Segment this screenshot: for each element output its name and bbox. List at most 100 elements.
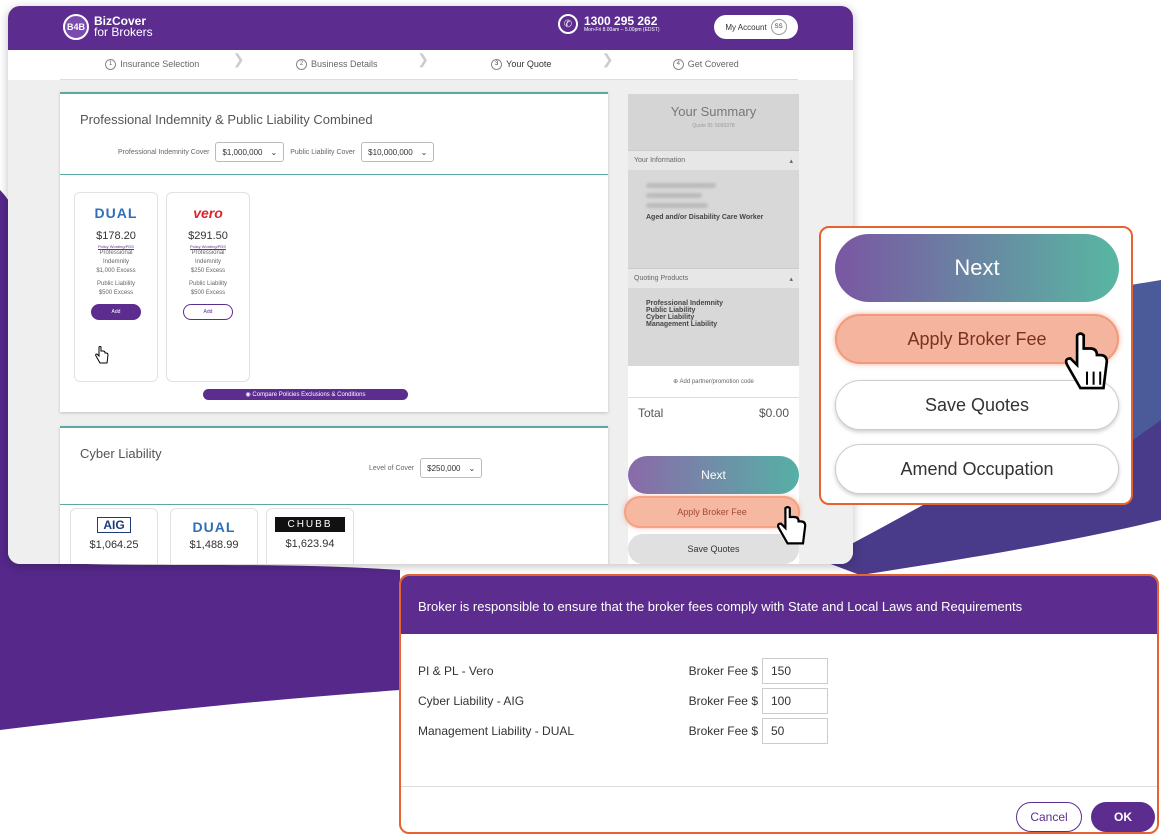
your-information-body: Aged and/or Disability Care Worker [628, 170, 799, 268]
vero-logo: vero [193, 205, 223, 221]
hand-cursor-icon [95, 346, 109, 364]
fee-row-label: Cyber Liability - AIG [418, 694, 525, 708]
step-your-quote[interactable]: 3 Your Quote ❯ [429, 51, 614, 71]
phone-contact[interactable]: ✆ 1300 295 262 Mon-Fri 8.00am – 5.00pm (… [558, 14, 660, 34]
quoting-products-body: Professional Indemnity Public Liability … [628, 288, 799, 366]
excess-line: $250 Excess [190, 268, 226, 274]
total-label: Total [638, 406, 664, 420]
step-insurance-selection[interactable]: 1 Insurance Selection ❯ [60, 51, 245, 71]
compare-policies-button[interactable]: ◉ Compare Policies Exclusions & Conditio… [203, 389, 408, 400]
cover-line: Public Liability [96, 281, 136, 287]
product-price: $1,064.25 [89, 539, 139, 551]
dual-logo: DUAL [192, 519, 236, 535]
excess-line: $500 Excess [98, 290, 134, 296]
product-price: $178.20 [96, 230, 136, 242]
caret-up-icon: ▴ [789, 276, 793, 283]
pi-cover-label: Professional Indemnity Cover [118, 148, 210, 156]
occupation: Aged and/or Disability Care Worker [646, 214, 764, 221]
divider [60, 504, 608, 505]
eye-icon: ◉ [245, 392, 253, 398]
step-separator-icon: ❯ [601, 50, 614, 67]
logo[interactable]: B4B BizCover for Brokers [63, 14, 153, 40]
hand-cursor-icon [776, 506, 807, 545]
modal-header: Broker is responsible to ensure that the… [401, 576, 1157, 634]
modal-footer-divider [401, 786, 1157, 787]
chevron-down-icon: ⌄ [270, 147, 278, 157]
broker-fee-input[interactable]: 150 [762, 658, 828, 684]
step-get-covered[interactable]: 4 Get Covered [614, 59, 799, 71]
add-button[interactable]: Add [183, 304, 233, 320]
product-card-dual-cyber[interactable]: DUAL $1,488.99 [170, 508, 258, 564]
product-card-dual[interactable]: DUAL $178.20 Policy Wording/PDS Professi… [74, 192, 158, 382]
total-value: $0.00 [758, 406, 789, 420]
broker-fee-label: Broker Fee $ [688, 724, 758, 738]
caret-up-icon: ▴ [789, 158, 793, 165]
product-card-vero[interactable]: vero $291.50 Policy Wording/PDS Professi… [166, 192, 250, 382]
chevron-down-icon: ⌄ [468, 463, 476, 473]
total-row: Total $0.00 [628, 398, 799, 428]
dual-logo: DUAL [94, 205, 138, 221]
chevron-down-icon: ⌄ [420, 147, 428, 157]
hand-cursor-icon [1064, 332, 1109, 390]
pl-cover-select[interactable]: $10,000,000 ⌄ [361, 142, 435, 162]
broker-fee-input[interactable]: 50 [762, 718, 828, 744]
level-of-cover-select[interactable]: $250,000 ⌄ [420, 458, 483, 478]
cyber-title: Cyber Liability [80, 446, 162, 461]
main-window: B4B BizCover for Brokers ✆ 1300 295 262 … [8, 6, 853, 564]
next-button[interactable]: Next [628, 456, 799, 494]
product-price: $291.50 [188, 230, 228, 242]
product-item: Public Liability [646, 307, 696, 314]
phone-hours: Mon-Fri 8.00am – 5.00pm (EDST) [584, 26, 660, 33]
amend-occupation-button[interactable]: Amend Occupation [835, 444, 1119, 494]
aig-logo: AIG [97, 517, 131, 533]
fee-row: Management Liability - DUAL Broker Fee $… [418, 718, 828, 744]
product-card-chubb[interactable]: CHUBB $1,623.94 [266, 508, 354, 564]
product-item: Cyber Liability [646, 314, 695, 321]
broker-fee-modal: Broker is responsible to ensure that the… [399, 574, 1159, 834]
zoomed-buttons-panel: Next Apply Broker Fee Save Quotes Amend … [819, 226, 1133, 505]
redacted-text [646, 183, 716, 188]
fee-row-label: Management Liability - DUAL [418, 724, 575, 738]
redacted-text [646, 203, 708, 208]
excess-line: $1,000 Excess [96, 268, 136, 274]
promo-code-link[interactable]: ⊕ Add partner/promotion code [628, 366, 799, 398]
broker-fee-label: Broker Fee $ [688, 664, 758, 678]
phone-icon: ✆ [558, 14, 578, 34]
chubb-logo: CHUBB [275, 517, 345, 532]
quote-id: Quote ID: 5093378 [692, 123, 735, 129]
fee-row-label: PI & PL - Vero [418, 664, 494, 678]
my-account-label: My Account [725, 22, 767, 32]
ok-button[interactable]: OK [1091, 802, 1155, 832]
step-separator-icon: ❯ [232, 50, 245, 67]
fee-row: PI & PL - Vero Broker Fee $ 150 [418, 658, 828, 684]
logo-sub: for Brokers [94, 25, 153, 39]
product-card-aig[interactable]: AIG $1,064.25 [70, 508, 158, 564]
pipl-title: Professional Indemnity & Public Liabilit… [80, 112, 373, 127]
your-information-toggle[interactable]: Your Information ▴ [628, 150, 799, 170]
level-of-cover-label: Level of Cover [369, 464, 415, 472]
excess-line: $500 Excess [190, 290, 226, 296]
avatar: SS [770, 19, 787, 35]
add-button[interactable]: Add [91, 304, 141, 320]
next-button-large[interactable]: Next [835, 234, 1119, 302]
step-business-details[interactable]: 2 Business Details ❯ [245, 51, 429, 71]
top-bar: B4B BizCover for Brokers ✆ 1300 295 262 … [8, 6, 853, 50]
phone-number: 1300 295 262 [584, 13, 658, 28]
pipl-card: Professional Indemnity & Public Liabilit… [60, 92, 608, 412]
cancel-button[interactable]: Cancel [1016, 802, 1082, 832]
cover-line: Public Liability [188, 281, 228, 287]
content-area: Professional Indemnity & Public Liabilit… [8, 80, 853, 564]
cover-line: Indemnity [102, 259, 129, 265]
cover-line: Professional [99, 250, 133, 256]
step-separator-icon: ❯ [417, 50, 429, 67]
pi-cover-select[interactable]: $1,000,000 ⌄ [215, 142, 285, 162]
my-account-button[interactable]: My Account SS [714, 15, 798, 39]
cover-line: Professional [191, 250, 225, 256]
broker-fee-input[interactable]: 100 [762, 688, 828, 714]
cover-line: Indemnity [194, 259, 221, 265]
divider [60, 174, 608, 175]
product-price: $1,488.99 [189, 539, 239, 551]
product-item: Professional Indemnity [646, 300, 724, 307]
product-item: Management Liability [646, 321, 718, 328]
quoting-products-toggle[interactable]: Quoting Products ▴ [628, 268, 799, 288]
